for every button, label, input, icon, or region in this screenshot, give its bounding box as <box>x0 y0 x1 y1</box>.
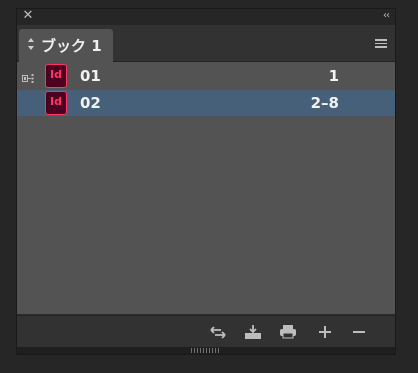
document-row-selected[interactable]: Id 02 2–8 <box>17 90 395 116</box>
document-pages: 2–8 <box>310 94 339 112</box>
style-source-icon <box>22 70 36 83</box>
document-name: 02 <box>80 94 101 112</box>
tab-title: ブック 1 <box>41 37 102 55</box>
tab-row: ブック 1 <box>17 25 395 62</box>
remove-icon[interactable] <box>350 324 368 340</box>
add-document-download-icon[interactable] <box>244 324 262 340</box>
document-list: Id 01 1 Id 02 2–8 <box>17 62 395 314</box>
resize-bar[interactable] <box>17 347 395 354</box>
tab-book-1[interactable]: ブック 1 <box>19 29 113 62</box>
collapse-icon[interactable]: ‹‹ <box>383 9 390 23</box>
bottom-toolbar <box>17 315 395 348</box>
panel-menu-icon[interactable] <box>375 39 387 48</box>
tab-arrows-icon[interactable] <box>27 37 35 53</box>
document-name: 01 <box>80 67 101 85</box>
close-icon[interactable]: ✕ <box>21 9 35 23</box>
indesign-document-icon: Id <box>45 64 67 88</box>
book-panel: ✕ ‹‹ ブック 1 Id 01 1 Id 02 2–8 <box>16 8 396 355</box>
resize-grip-icon[interactable] <box>191 348 219 353</box>
indesign-document-icon: Id <box>45 91 67 115</box>
print-icon[interactable] <box>279 324 297 340</box>
document-pages: 1 <box>328 67 339 85</box>
document-row[interactable]: Id 01 1 <box>17 63 395 89</box>
synchronize-icon[interactable] <box>209 324 227 340</box>
add-icon[interactable] <box>316 324 334 340</box>
panel-titlebar: ✕ ‹‹ <box>17 9 395 25</box>
